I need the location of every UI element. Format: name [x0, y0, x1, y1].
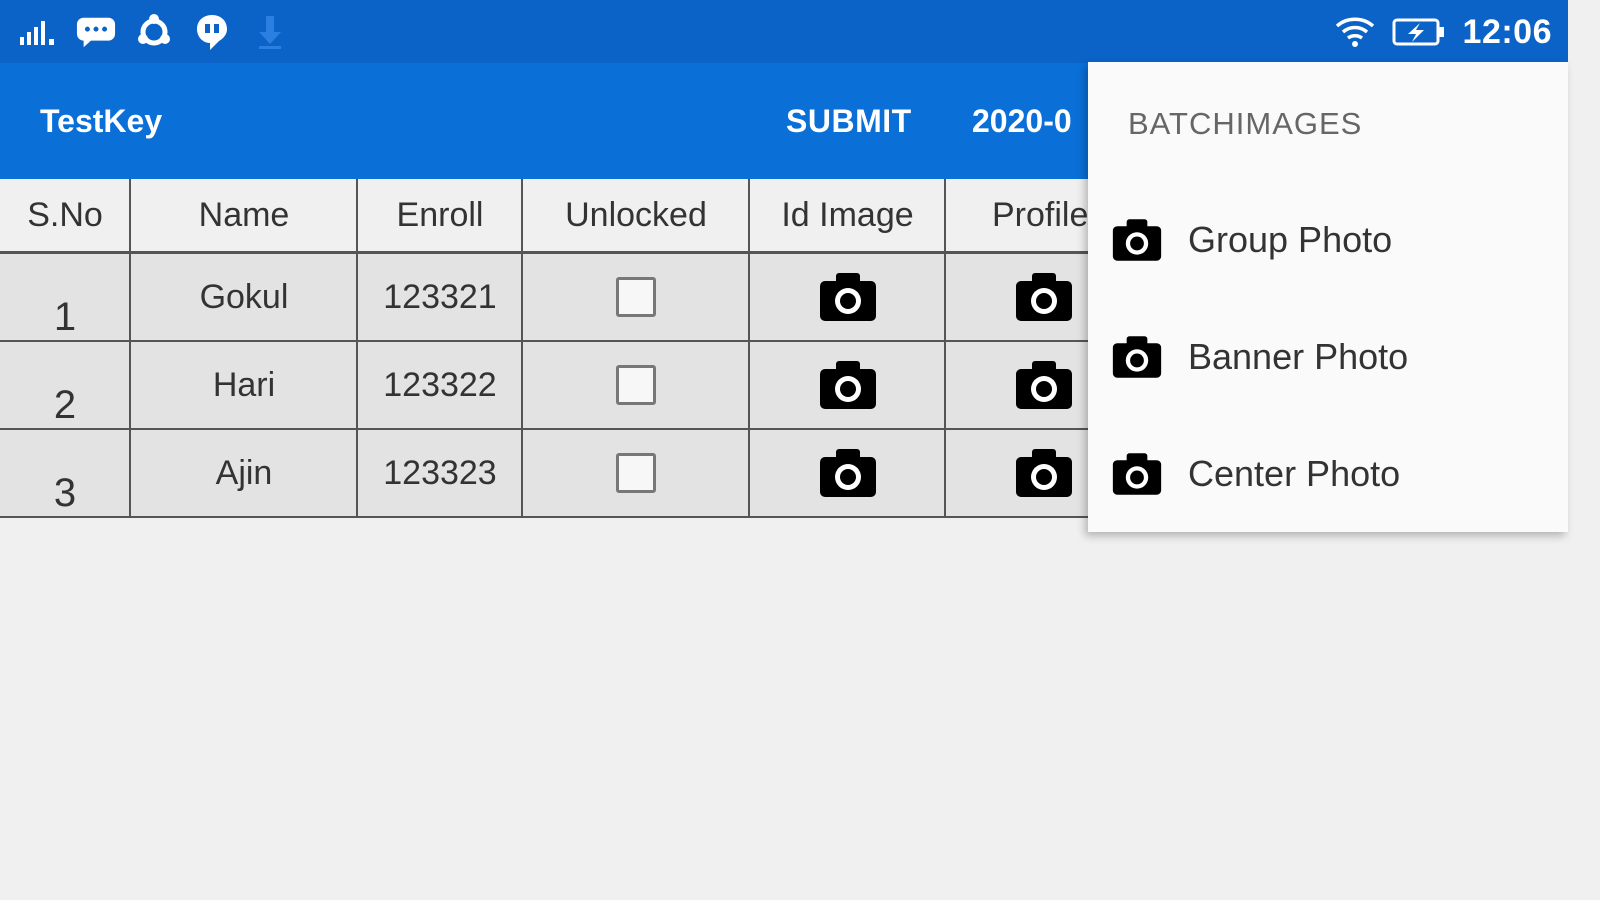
row-1-unlocked	[523, 253, 749, 341]
unlocked-checkbox[interactable]	[616, 277, 656, 317]
camera-icon[interactable]	[1015, 448, 1073, 498]
row-3-unlocked	[523, 429, 749, 517]
wifi-icon	[1335, 12, 1375, 52]
camera-icon	[1112, 336, 1162, 378]
grid-line	[521, 179, 523, 517]
header-sno: S.No	[27, 195, 103, 234]
grid-line	[0, 340, 1090, 342]
batch-images-menu: BATCHIMAGES Group Photo Banner Photo Cen…	[1088, 62, 1568, 532]
menu-item-group-photo[interactable]: Group Photo	[1088, 190, 1568, 290]
camera-icon	[1112, 453, 1162, 495]
camera-icon	[1112, 219, 1162, 261]
grid-line	[0, 516, 1090, 518]
row-1-id-image	[750, 253, 945, 341]
menu-item-label: Group Photo	[1188, 219, 1393, 260]
app-title: TestKey	[40, 103, 163, 139]
grid-line	[0, 428, 1090, 430]
status-right-icons: 12:06	[1335, 8, 1552, 56]
download-icon	[250, 12, 290, 52]
row-2-enroll: 123322	[383, 365, 497, 404]
menu-item-center-photo[interactable]: Center Photo	[1088, 424, 1568, 524]
row-1-enroll: 123321	[383, 277, 497, 316]
status-bar: 12:06	[0, 0, 1568, 63]
row-2-name: Hari	[212, 365, 276, 404]
camera-icon[interactable]	[819, 448, 877, 498]
row-3-enroll: 123323	[383, 453, 497, 492]
status-left-icons	[18, 12, 290, 52]
row-3-name: Ajin	[215, 453, 273, 492]
signal-icon	[18, 12, 58, 52]
menu-header: BATCHIMAGES	[1128, 106, 1363, 141]
unlocked-checkbox[interactable]	[616, 365, 656, 405]
row-3-id-image	[750, 429, 945, 517]
grid-line	[356, 179, 358, 517]
unlocked-checkbox[interactable]	[616, 453, 656, 493]
header-unlocked: Unlocked	[565, 195, 707, 234]
row-1-name: Gokul	[199, 277, 289, 316]
chat-icon	[192, 12, 232, 52]
header-id-image: Id Image	[781, 195, 914, 234]
camera-icon[interactable]	[1015, 360, 1073, 410]
battery-charging-icon	[1391, 12, 1447, 52]
camera-icon[interactable]	[1015, 272, 1073, 322]
row-2-unlocked	[523, 341, 749, 429]
header-enroll: Enroll	[396, 195, 484, 234]
camera-icon[interactable]	[819, 272, 877, 322]
header-name: Name	[198, 195, 290, 234]
sync-icon	[134, 12, 174, 52]
menu-item-banner-photo[interactable]: Banner Photo	[1088, 307, 1568, 407]
date-picker[interactable]: 2020-0	[972, 103, 1072, 140]
message-icon	[76, 12, 116, 52]
menu-item-label: Banner Photo	[1188, 336, 1409, 377]
grid-line	[748, 179, 750, 517]
grid-line	[129, 179, 131, 517]
status-clock: 12:06	[1462, 12, 1552, 51]
grid-line	[944, 179, 946, 517]
menu-item-label: Center Photo	[1188, 453, 1401, 494]
submit-button[interactable]: SUBMIT	[786, 103, 912, 140]
camera-icon[interactable]	[819, 360, 877, 410]
grid-line	[0, 251, 1090, 254]
row-3-sno: 3	[53, 470, 77, 515]
row-2-id-image	[750, 341, 945, 429]
